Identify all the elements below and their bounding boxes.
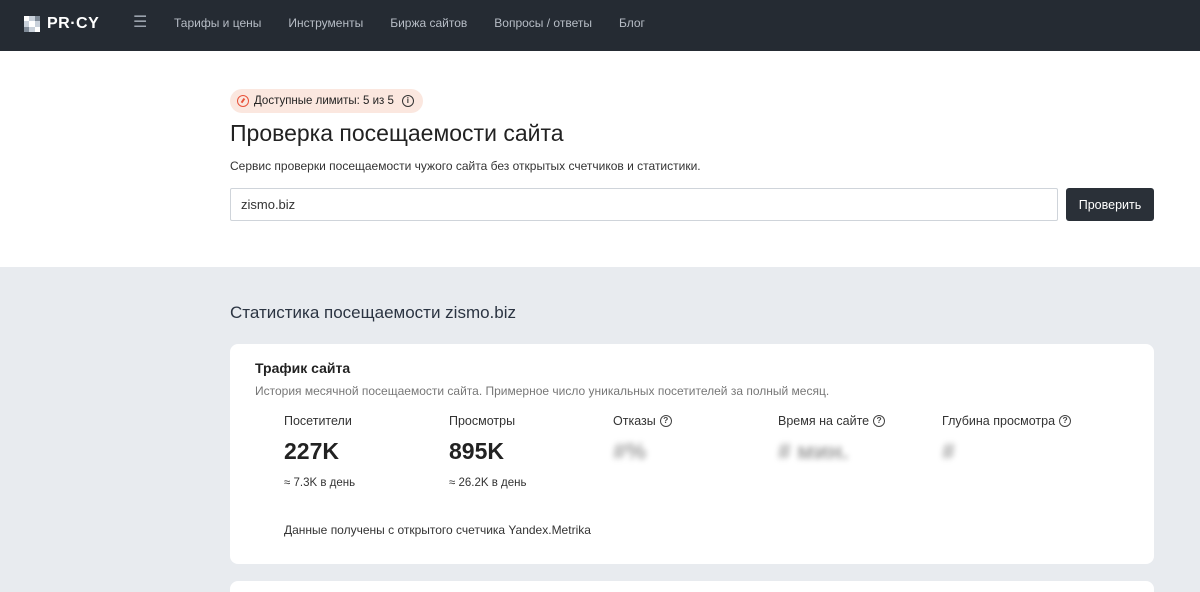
metric-label: Глубина просмотра?	[942, 414, 1102, 428]
card-title: Трафик сайта	[255, 360, 351, 376]
metric-bounce-rate: Отказы? #%	[613, 414, 773, 465]
metric-label-text: Время на сайте	[778, 414, 870, 428]
info-icon[interactable]: i	[401, 95, 414, 107]
metric-value: 227K	[284, 438, 339, 464]
check-button[interactable]: Проверить	[1066, 188, 1154, 221]
nav-link-marketplace[interactable]: Биржа сайтов	[390, 16, 467, 30]
data-source-note: Данные получены с открытого счетчика Yan…	[284, 523, 591, 537]
logo[interactable]: PR·CY	[24, 14, 99, 34]
metric-label: Посетители	[284, 414, 444, 428]
metric-value-locked: # мин.	[778, 438, 849, 464]
metric-label-text: Просмотры	[449, 414, 516, 428]
next-card	[230, 581, 1154, 592]
top-navbar: PR·CY ☰ Тарифы и цены Инструменты Биржа …	[0, 0, 1200, 51]
traffic-card: Трафик сайта История месячной посещаемос…	[230, 344, 1154, 564]
stats-section-title: Статистика посещаемости zismo.biz	[230, 303, 517, 322]
metric-label: Просмотры	[449, 414, 609, 428]
nav-link-qa[interactable]: Вопросы / ответы	[494, 16, 592, 30]
logo-text: PR·CY	[47, 15, 100, 32]
metric-sub: ≈ 7.3K в день	[284, 477, 356, 489]
hamburger-icon[interactable]: ☰	[133, 14, 147, 32]
metric-pageviews: Просмотры 895K ≈ 26.2K в день	[449, 414, 609, 489]
logo-mark-icon	[24, 16, 40, 32]
metric-time-on-site: Время на сайте? # мин.	[778, 414, 938, 465]
metric-sub: ≈ 26.2K в день	[449, 477, 527, 489]
page-title: Проверка посещаемости сайта	[230, 120, 564, 146]
metric-value-locked: #%	[613, 438, 647, 464]
nav-link-tools[interactable]: Инструменты	[288, 16, 363, 30]
card-subtitle: История месячной посещаемости сайта. При…	[255, 384, 830, 398]
limit-badge-text: Доступные лимиты: 5 из 5	[254, 95, 394, 107]
nav-links: Тарифы и цены Инструменты Биржа сайтов В…	[174, 16, 672, 30]
metric-page-depth: Глубина просмотра? #	[942, 414, 1102, 465]
help-icon[interactable]: ?	[659, 415, 672, 427]
metric-label: Время на сайте?	[778, 414, 938, 428]
metric-value: 895K	[449, 438, 504, 464]
metric-label: Отказы?	[613, 414, 773, 428]
metric-value-locked: #	[942, 438, 955, 464]
metric-label-text: Посетители	[284, 414, 352, 428]
metric-label-text: Отказы	[613, 414, 656, 428]
limit-badge: Доступные лимиты: 5 из 5 i	[230, 89, 423, 113]
nav-link-blog[interactable]: Блог	[619, 16, 645, 30]
gauge-icon	[237, 95, 249, 107]
help-icon[interactable]: ?	[873, 415, 886, 427]
url-input[interactable]	[230, 188, 1058, 221]
metric-label-text: Глубина просмотра	[942, 414, 1056, 428]
metric-visitors: Посетители 227K ≈ 7.3K в день	[284, 414, 444, 489]
page-subtitle: Сервис проверки посещаемости чужого сайт…	[230, 159, 701, 173]
nav-link-pricing[interactable]: Тарифы и цены	[174, 16, 261, 30]
help-icon[interactable]: ?	[1059, 415, 1072, 427]
